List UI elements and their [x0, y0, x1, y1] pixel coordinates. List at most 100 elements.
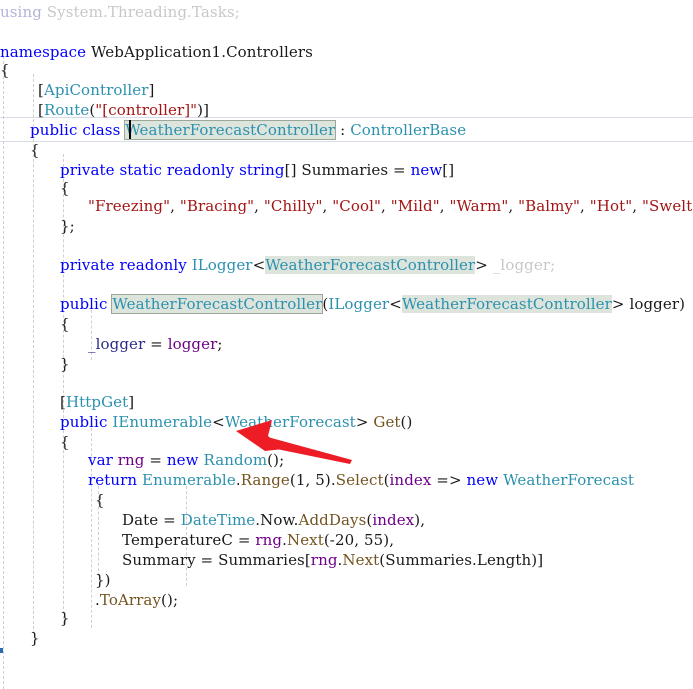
code-token: ,: [508, 197, 519, 215]
code-token: using: [0, 3, 42, 21]
code-token: =>: [431, 471, 467, 489]
code-token: string: [239, 161, 285, 179]
code-token: =: [144, 451, 167, 469]
code-token: readonly: [166, 161, 235, 179]
code-token: {: [0, 61, 10, 79]
line-constructor-close-brace[interactable]: }: [0, 352, 70, 377]
code-token: ]: [128, 393, 135, 411]
code-token: index: [389, 471, 432, 489]
code-token: rng: [255, 531, 283, 549]
code-token: )]: [197, 101, 210, 119]
code-token: {: [30, 141, 40, 159]
code-token: (-20, 55),: [323, 531, 395, 549]
code-token: new: [166, 451, 199, 469]
code-token: ILogger: [328, 295, 390, 313]
code-token: =: [145, 335, 168, 353]
code-token: <: [252, 256, 266, 274]
code-token: ();: [161, 591, 179, 609]
code-token: System.Threading.Tasks;: [41, 3, 240, 21]
code-token: <: [389, 295, 402, 313]
code-token: ,: [439, 197, 450, 215]
code-token: "Warm": [449, 197, 509, 215]
code-token: Range: [240, 471, 290, 489]
code-token: ,: [580, 197, 590, 215]
code-token: return: [88, 471, 138, 489]
code-token: []: [442, 161, 455, 179]
code-token: "Cool": [332, 197, 381, 215]
code-token: };: [60, 217, 75, 235]
code-token: WeatherForecast: [503, 471, 635, 489]
code-token: "Hot": [589, 197, 633, 215]
code-token: Summary = Summaries[: [122, 551, 311, 569]
code-token: ,: [322, 197, 333, 215]
line-class-close-brace[interactable]: }: [0, 626, 40, 651]
code-text-area[interactable]: using System.Threading.Tasks; namespace W…: [0, 0, 693, 689]
line-namespace[interactable]: namespace WebApplication1.Controllers: [0, 40, 313, 65]
code-token: ),: [414, 511, 426, 529]
code-token: namespace: [0, 43, 87, 61]
code-token: ,: [254, 197, 264, 215]
code-token: Next: [342, 551, 380, 569]
code-token: Date =: [122, 511, 181, 529]
code-token: }): [95, 571, 111, 589]
line-constructor[interactable]: public WeatherForecastController(ILogger…: [0, 292, 685, 317]
code-token: ;: [217, 335, 223, 353]
unsaved-change-marker: [0, 648, 3, 653]
code-token: readonly: [119, 256, 187, 274]
code-token: (1, 5).: [289, 471, 336, 489]
code-token: WebApplication1.Controllers: [86, 43, 313, 61]
line-logger-field[interactable]: private readonly ILogger<WeatherForecast…: [0, 253, 555, 278]
code-token: ILogger: [191, 256, 253, 274]
line-summaries-values[interactable]: "Freezing", "Bracing", "Chilly", "Cool",…: [0, 194, 693, 219]
code-token: WeatherForecastController: [265, 256, 476, 274]
code-token: }: [60, 355, 70, 373]
code-token: index: [372, 511, 415, 529]
code-token: AddDays: [298, 511, 367, 529]
line-summaries-close-brace[interactable]: };: [0, 214, 75, 239]
code-token: (Summaries.Length)]: [379, 551, 544, 569]
code-token: >: [475, 256, 493, 274]
code-token: "[controller]": [95, 101, 198, 119]
code-token: public: [30, 121, 78, 139]
code-token: public: [60, 295, 108, 313]
code-token: new: [410, 161, 443, 179]
code-token: "Bracing": [179, 197, 255, 215]
code-token: Now: [260, 511, 294, 529]
code-token: private: [60, 256, 115, 274]
code-token: Next: [286, 531, 324, 549]
line-using-system-threading-tasks[interactable]: using System.Threading.Tasks;: [0, 0, 240, 25]
code-token: Route: [43, 101, 90, 119]
code-token: Select: [335, 471, 384, 489]
code-token: {: [60, 315, 70, 333]
code-token: ,: [170, 197, 180, 215]
code-token: Get: [373, 413, 401, 431]
code-token: >: [355, 413, 374, 431]
code-token: static: [119, 161, 162, 179]
code-token: Random: [203, 451, 268, 469]
code-token: }: [30, 629, 40, 647]
code-token: {: [95, 491, 105, 509]
code-token: _logger: [88, 335, 146, 353]
code-token: <: [212, 413, 225, 431]
code-token: TemperatureC =: [122, 531, 256, 549]
code-token: "Mild": [390, 197, 440, 215]
code-token: rng: [117, 451, 145, 469]
code-token: "Chilly": [263, 197, 323, 215]
code-token: ,: [381, 197, 391, 215]
code-token: ]: [148, 81, 155, 99]
code-token: var: [88, 451, 113, 469]
line-class-declaration[interactable]: public class WeatherForecastController :…: [0, 118, 466, 143]
code-token: ,: [632, 197, 642, 215]
code-token: Enumerable: [142, 471, 236, 489]
code-token: _logger;: [492, 256, 556, 274]
code-token: (): [400, 413, 413, 431]
code-token: :: [335, 121, 351, 139]
code-token: ToArray: [99, 591, 162, 609]
code-editor-pane[interactable]: using System.Threading.Tasks; namespace W…: [0, 0, 693, 689]
code-token: WeatherForecastController: [111, 294, 324, 314]
code-token: logger: [167, 335, 218, 353]
code-token: "Freezing": [88, 197, 171, 215]
code-token: HttpGet: [65, 393, 129, 411]
code-token: WeatherForecast: [224, 413, 356, 431]
code-token: new: [466, 471, 499, 489]
